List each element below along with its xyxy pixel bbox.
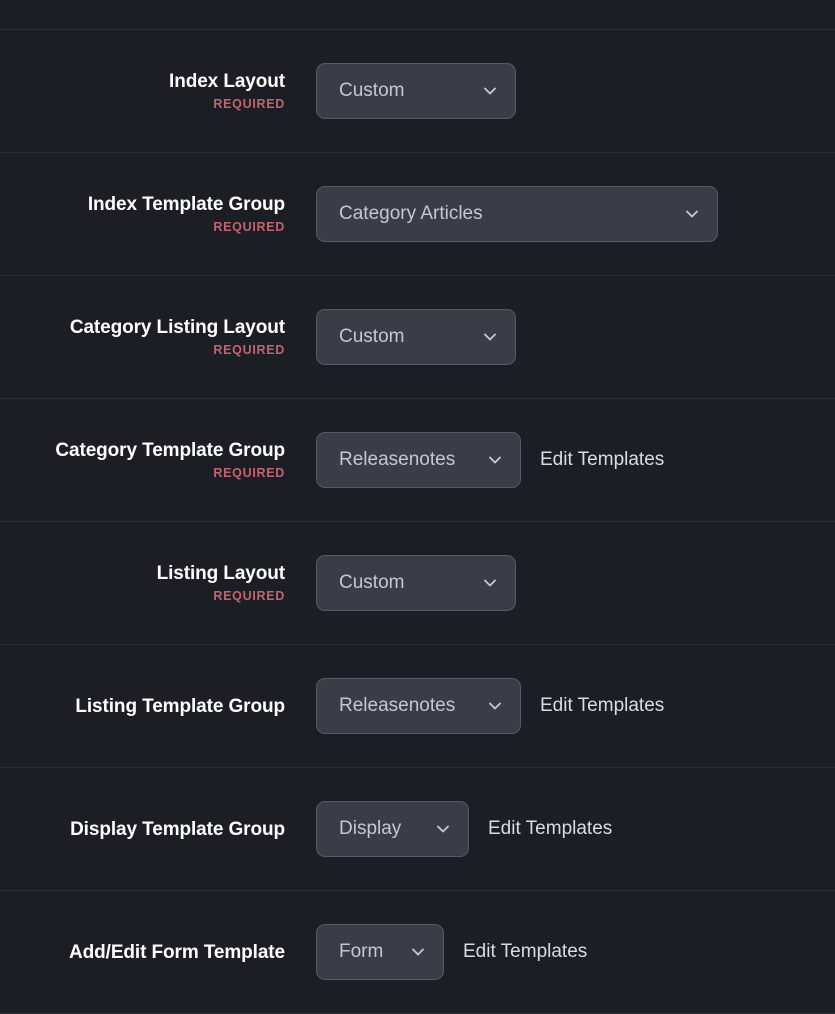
form-row-label-group: Index Template Group REQUIRED [0,193,285,235]
field-label: Display Template Group [70,818,285,840]
form-row: Listing Template Group Releasenotes Edit T… [0,645,835,768]
form-row-control-group: Custom [285,555,835,611]
form-top-spacer [0,0,835,30]
select-value: Form [339,941,384,962]
form-row: Index Layout REQUIRED Custom [0,30,835,153]
form-row-control-group: Releasenotes Edit Templates [285,432,835,488]
form-row-control-group: Category Articles [285,186,835,242]
form-row: Display Template Group Display Edit Templa… [0,768,835,891]
form-row-control-group: Form Edit Templates [285,924,835,980]
required-badge: REQUIRED [213,466,285,480]
select-value: Category Articles [339,203,483,224]
form-row: Listing Layout REQUIRED Custom [0,522,835,645]
form-row-label-group: Add/Edit Form Template [0,941,285,964]
edit-templates-link[interactable]: Edit Templates [540,695,664,717]
select-dropdown[interactable]: Category Articles [316,186,718,242]
edit-templates-link[interactable]: Edit Templates [488,818,612,840]
edit-templates-link[interactable]: Edit Templates [540,449,664,471]
field-label: Index Layout [169,71,285,92]
field-label: Index Template Group [87,194,285,215]
edit-templates-link[interactable]: Edit Templates [463,941,587,963]
chevron-down-icon [486,451,504,469]
form-row: Add/Edit Form Template Form Edit Templates [0,891,835,1014]
chevron-down-icon [481,574,499,592]
form-rows: Index Layout REQUIRED Custom Index Template… [0,30,835,1014]
chevron-down-icon [481,328,499,346]
chevron-down-icon [486,697,504,715]
form-row-control-group: Custom [285,63,835,119]
required-badge: REQUIRED [213,589,285,603]
form-row: Index Template Group REQUIRED Category Art… [0,153,835,276]
chevron-down-icon [434,820,452,838]
select-dropdown[interactable]: Releasenotes [316,432,521,488]
select-value: Releasenotes [339,449,456,470]
field-label: Category Listing Layout [69,317,285,338]
form-row: Category Template Group REQUIRED Releaseno… [0,399,835,522]
select-value: Display [339,818,402,839]
form-row-control-group: Display Edit Templates [285,801,835,857]
select-value: Custom [339,80,405,101]
form-row-control-group: Custom [285,309,835,365]
select-value: Custom [339,572,405,593]
form-row-label-group: Category Listing Layout REQUIRED [0,316,285,358]
required-badge: REQUIRED [213,220,285,234]
chevron-down-icon [481,82,499,100]
form-row-label-group: Category Template Group REQUIRED [0,439,285,481]
chevron-down-icon [683,205,701,223]
form-row-label-group: Index Layout REQUIRED [0,70,285,112]
required-badge: REQUIRED [213,343,285,357]
field-label: Listing Layout [156,563,286,584]
field-label: Listing Template Group [75,695,285,717]
chevron-down-icon [409,943,427,961]
field-label: Add/Edit Form Template [69,941,285,963]
form-row-control-group: Releasenotes Edit Templates [285,678,835,734]
select-value: Releasenotes [339,695,456,716]
field-label: Category Template Group [55,440,285,461]
form-row-label-group: Listing Layout REQUIRED [0,562,286,604]
select-value: Custom [339,326,405,347]
form-row-label-group: Listing Template Group [0,695,285,718]
select-dropdown[interactable]: Custom [316,555,516,611]
select-dropdown[interactable]: Custom [316,63,516,119]
required-badge: REQUIRED [213,97,285,111]
select-dropdown[interactable]: Display [316,801,469,857]
form-row-label-group: Display Template Group [0,818,285,841]
form-row: Category Listing Layout REQUIRED Custom [0,276,835,399]
select-dropdown[interactable]: Form [316,924,444,980]
settings-form: Index Layout REQUIRED Custom Index Template… [0,0,835,1014]
select-dropdown[interactable]: Releasenotes [316,678,521,734]
select-dropdown[interactable]: Custom [316,309,516,365]
